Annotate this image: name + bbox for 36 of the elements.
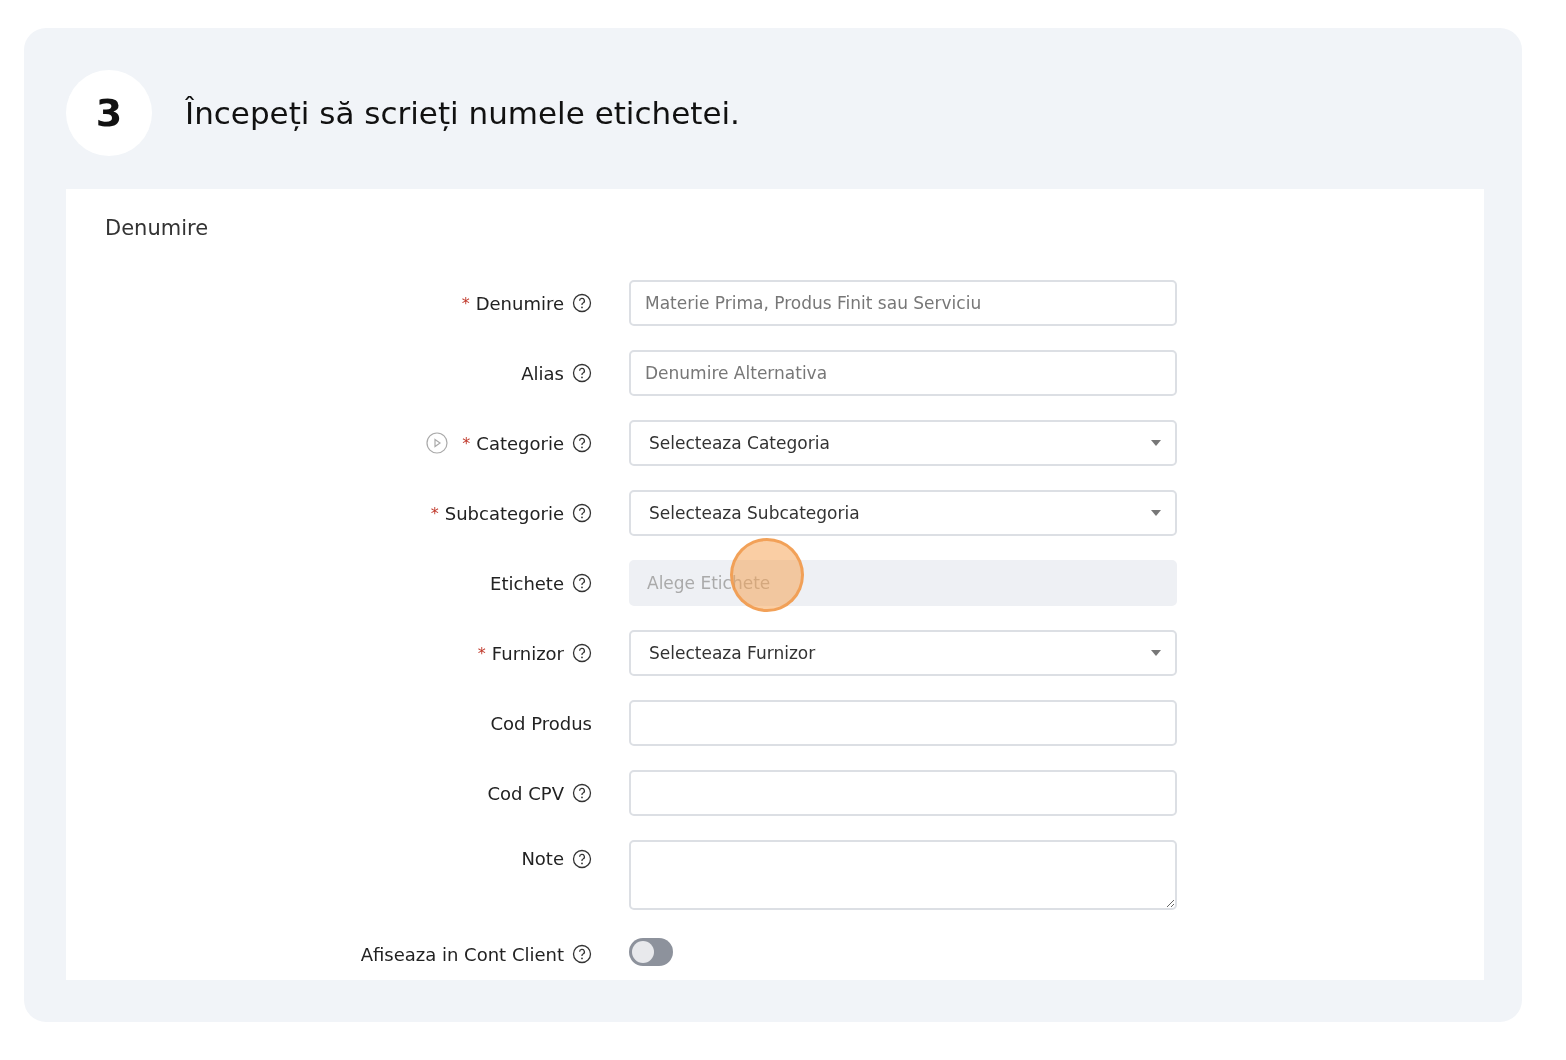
help-icon[interactable]: [572, 643, 592, 663]
help-icon[interactable]: [572, 944, 592, 964]
caret-icon: [1151, 510, 1161, 516]
help-icon[interactable]: [572, 848, 592, 869]
select-dropdown[interactable]: Selecteaza Categoria: [629, 420, 1177, 466]
required-asterisk: *: [430, 503, 439, 523]
text-field[interactable]: Materie Prima, Produs Finit sau Serviciu: [629, 280, 1177, 326]
field-label: Cod Produs: [490, 712, 592, 734]
toggle-switch[interactable]: [629, 938, 673, 966]
field-label: Note: [521, 848, 564, 869]
field-label: Subcategorie: [444, 502, 564, 524]
caret-icon: [1151, 650, 1161, 656]
required-asterisk: *: [462, 433, 471, 453]
field-label: Denumire: [475, 292, 564, 314]
field-label: Alias: [521, 362, 564, 384]
section-title: Denumire: [105, 216, 210, 240]
field-label: Etichete: [490, 572, 564, 594]
caret-icon: [1151, 440, 1161, 446]
help-icon[interactable]: [572, 783, 592, 803]
required-asterisk: *: [477, 643, 486, 663]
help-icon[interactable]: [572, 363, 592, 383]
text-field[interactable]: [629, 770, 1177, 816]
select-dropdown[interactable]: Selecteaza Furnizor: [629, 630, 1177, 676]
step-number: 3: [66, 70, 152, 156]
field-label: Cod CPV: [487, 782, 564, 804]
step-instruction: Începeți să scrieți numele etichetei.: [185, 95, 740, 131]
help-icon[interactable]: [572, 293, 592, 313]
text-field[interactable]: Denumire Alternativa: [629, 350, 1177, 396]
help-icon[interactable]: [572, 433, 592, 453]
text-field[interactable]: [629, 700, 1177, 746]
select-dropdown[interactable]: Selecteaza Subcategoria: [629, 490, 1177, 536]
help-icon[interactable]: [572, 503, 592, 523]
field-label: Categorie: [476, 432, 564, 454]
field-label: Furnizor: [491, 642, 564, 664]
required-asterisk: *: [461, 293, 470, 313]
field-label: Afiseaza in Cont Client: [360, 943, 564, 965]
